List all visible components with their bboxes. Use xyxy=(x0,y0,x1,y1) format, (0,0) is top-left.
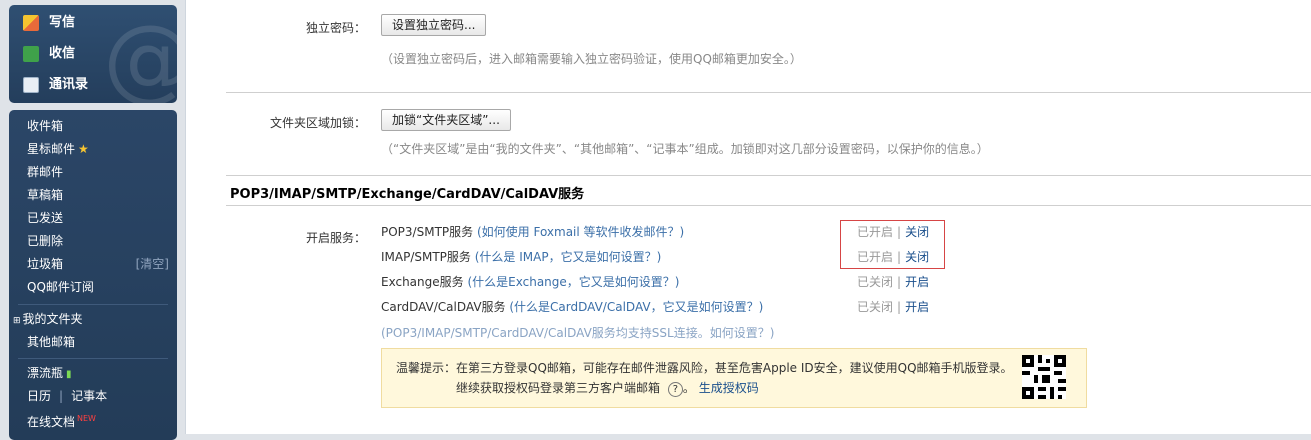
toggle-link[interactable]: 开启 xyxy=(905,300,929,314)
compose-label: 写信 xyxy=(49,15,76,30)
folder-lock-hint: （“文件夹区域”是由“我的文件夹”、“其他邮箱”、“记事本”组成。加锁即对这几部… xyxy=(381,142,989,156)
my-folders-item[interactable]: ⊞ 我的文件夹 xyxy=(13,309,83,329)
docs-item[interactable]: 在线文档 NEW xyxy=(27,409,96,429)
tip-text: 继续获取授权码登录第三方客户端邮箱 xyxy=(456,381,661,395)
folder-subscription[interactable]: QQ邮件订阅 xyxy=(27,277,94,297)
status-exchange: 已关闭 | 开启 xyxy=(857,272,929,292)
status-text: 已关闭 xyxy=(857,300,894,314)
service-row-imap: IMAP/SMTP服务 (什么是 IMAP，它又是如何设置？) xyxy=(381,247,661,267)
service-row-carddav: CardDAV/CalDAV服务 (什么是CardDAV/CalDAV，它又是如… xyxy=(381,297,763,317)
separator: | xyxy=(59,389,64,403)
toggle-link[interactable]: 开启 xyxy=(905,275,929,289)
status-text: 已关闭 xyxy=(857,275,894,289)
period: 。 xyxy=(682,381,695,395)
folder-label: 收件箱 xyxy=(27,119,64,133)
new-badge: NEW xyxy=(77,414,96,423)
divider xyxy=(18,358,168,359)
pencil-icon xyxy=(23,15,39,31)
other-mail-label: 其他邮箱 xyxy=(27,335,76,349)
docs-label: 在线文档 xyxy=(27,415,76,429)
calendar-notebook-row: 日历 | 记事本 xyxy=(27,386,107,406)
ssl-note[interactable]: (POP3/IMAP/SMTP/CardDAV/CalDAV服务均支持SSL连接… xyxy=(381,324,774,341)
divider xyxy=(226,205,1311,206)
calendar-link[interactable]: 日历 xyxy=(27,389,51,403)
folder-label: 已发送 xyxy=(27,211,64,225)
sidebar: @ 写信 收信 通讯录 收件箱 星标邮件★ 群邮件 草稿箱 已发送 已删除 垃圾… xyxy=(0,0,185,440)
clear-spam-link[interactable]: [清空] xyxy=(136,254,169,274)
lock-folder-region-button[interactable]: 加锁“文件夹区域”... xyxy=(381,109,511,131)
folder-label: 群邮件 xyxy=(27,165,64,179)
services-label: 开启服务： xyxy=(305,231,366,245)
receive-button[interactable]: 收信 xyxy=(23,42,75,66)
other-mail-item[interactable]: 其他邮箱 xyxy=(27,332,75,352)
service-help-link[interactable]: (什么是 IMAP，它又是如何设置？) xyxy=(475,250,662,264)
set-independent-password-button[interactable]: 设置独立密码... xyxy=(381,14,487,36)
separator: | xyxy=(897,300,902,314)
service-name: CardDAV/CalDAV服务 xyxy=(381,300,506,314)
qr-code-icon xyxy=(1022,355,1066,399)
service-help-link[interactable]: (什么是CardDAV/CalDAV，它又是如何设置？) xyxy=(509,300,763,314)
folder-spam[interactable]: 垃圾箱 xyxy=(27,254,63,274)
folder-label: 已删除 xyxy=(27,234,64,248)
folder-list: 收件箱 星标邮件 ★ 群邮件 草稿箱 已发送 已删除 垃圾箱 [清空] QQ邮件订… xyxy=(9,110,177,440)
tip-box: 温馨提示：在第三方登录QQ邮箱，可能存在邮件泄露风险，甚至危害Apple ID安… xyxy=(381,348,1087,408)
highlight-box xyxy=(840,220,945,269)
separator: | xyxy=(897,275,902,289)
settings-panel: 独立密码： 设置独立密码... （设置独立密码后，进入邮箱需要输入独立密码验证，… xyxy=(185,0,1311,434)
folder-label: 垃圾箱 xyxy=(27,257,64,271)
folder-starred[interactable]: 星标邮件 ★ xyxy=(27,139,89,159)
section-title: POP3/IMAP/SMTP/Exchange/CardDAV/CalDAV服务 xyxy=(230,187,585,202)
independent-password-hint: （设置独立密码后，进入邮箱需要输入独立密码验证，使用QQ邮箱更加安全。） xyxy=(381,52,802,66)
tip-line-2: 继续获取授权码登录第三方客户端邮箱 ?。 生成授权码 xyxy=(456,379,759,397)
contacts-icon xyxy=(23,77,39,93)
service-row-exchange: Exchange服务 (什么是Exchange，它又是如何设置？) xyxy=(381,272,679,292)
divider xyxy=(226,92,1311,93)
download-icon xyxy=(23,46,39,62)
service-help-link[interactable]: (什么是Exchange，它又是如何设置？) xyxy=(467,275,679,289)
service-name: IMAP/SMTP服务 xyxy=(381,250,471,264)
service-name: POP3/SMTP服务 xyxy=(381,225,474,239)
bottle-item[interactable]: 漂流瓶 ▮ xyxy=(27,363,72,383)
contacts-label: 通讯录 xyxy=(49,77,89,92)
receive-label: 收信 xyxy=(49,46,76,61)
bottle-icon: ▮ xyxy=(66,369,72,380)
service-row-pop3: POP3/SMTP服务 (如何使用 Foxmail 等软件收发邮件？) xyxy=(381,222,684,242)
quick-actions-panel: @ 写信 收信 通讯录 xyxy=(9,5,177,103)
expand-icon: ⊞ xyxy=(13,316,21,326)
compose-button[interactable]: 写信 xyxy=(23,11,75,35)
folder-label: 星标邮件 xyxy=(27,142,76,156)
folder-group[interactable]: 群邮件 xyxy=(27,162,63,182)
contacts-button[interactable]: 通讯录 xyxy=(23,73,88,97)
tip-line-1: 温馨提示：在第三方登录QQ邮箱，可能存在邮件泄露风险，甚至危害Apple ID安… xyxy=(396,361,1013,375)
folder-sent[interactable]: 已发送 xyxy=(27,208,63,228)
folder-lock-label: 文件夹区域加锁： xyxy=(269,116,366,130)
generate-auth-code-link[interactable]: 生成授权码 xyxy=(699,381,759,395)
folder-label: QQ邮件订阅 xyxy=(27,280,94,294)
bottle-label: 漂流瓶 xyxy=(27,366,64,380)
service-help-link[interactable]: (如何使用 Foxmail 等软件收发邮件？) xyxy=(477,225,684,239)
help-icon[interactable]: ? xyxy=(667,382,683,397)
divider xyxy=(226,175,1311,176)
folder-label: 草稿箱 xyxy=(27,188,64,202)
service-name: Exchange服务 xyxy=(381,275,464,289)
notebook-link[interactable]: 记事本 xyxy=(71,389,107,403)
status-carddav: 已关闭 | 开启 xyxy=(857,297,929,317)
folder-inbox[interactable]: 收件箱 xyxy=(27,116,63,136)
folder-drafts[interactable]: 草稿箱 xyxy=(27,185,63,205)
star-icon: ★ xyxy=(78,142,89,156)
at-sign-icon: @ xyxy=(103,13,177,104)
my-folders-label: 我的文件夹 xyxy=(22,312,83,326)
folder-deleted[interactable]: 已删除 xyxy=(27,231,63,251)
independent-password-label: 独立密码： xyxy=(305,21,366,35)
divider xyxy=(18,304,168,305)
